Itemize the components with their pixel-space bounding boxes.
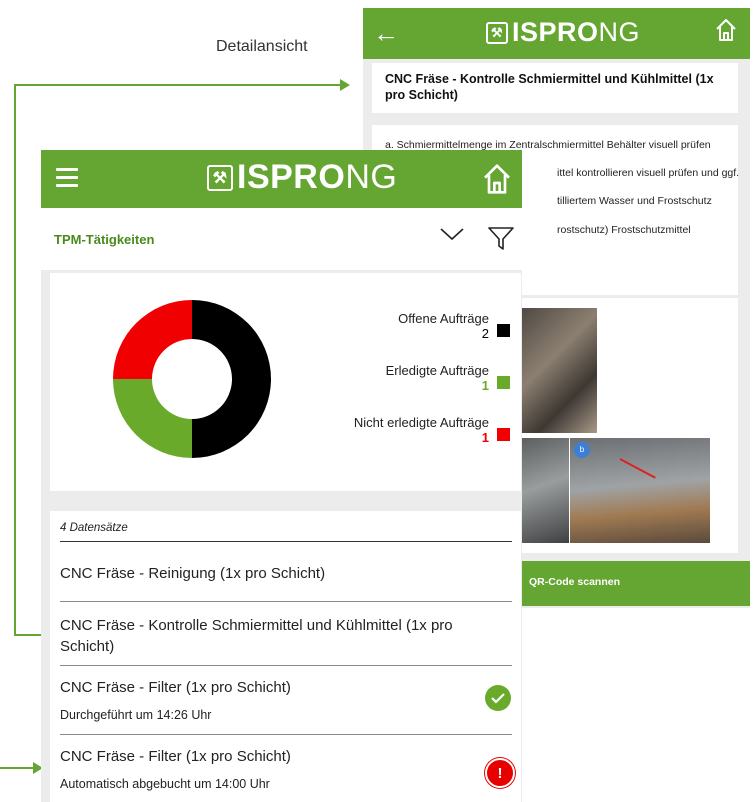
divider bbox=[60, 541, 512, 542]
detail-title: CNC Fräse - Kontrolle Schmiermittel und … bbox=[385, 72, 714, 102]
legend-value: 1 bbox=[481, 430, 489, 445]
home-icon[interactable] bbox=[482, 163, 512, 195]
list-item-title[interactable]: CNC Fräse - Filter (1x pro Schicht) bbox=[60, 677, 480, 698]
legend-item: Erledigte Aufträge 1 bbox=[386, 363, 510, 393]
list-item-title[interactable]: CNC Fräse - Reinigung (1x pro Schicht) bbox=[60, 563, 480, 584]
category-title: TPM-Tätigkeiten bbox=[54, 232, 155, 247]
legend-item: Offene Aufträge 2 bbox=[398, 311, 510, 341]
machine-photo[interactable] bbox=[522, 438, 569, 543]
connector-line bbox=[14, 84, 344, 86]
list-item-subtitle: Durchgeführt um 14:26 Uhr bbox=[60, 708, 212, 722]
donut-chart bbox=[113, 300, 271, 458]
list-item-subtitle: Automatisch abgebucht um 14:00 Uhr bbox=[60, 777, 270, 791]
arrow-left-icon[interactable]: ← bbox=[373, 18, 399, 48]
list-header: ⚒ ISPRO NG bbox=[41, 150, 522, 208]
divider bbox=[60, 734, 512, 735]
logo-text: ISPRO bbox=[512, 17, 599, 47]
divider bbox=[60, 665, 512, 666]
connector-arrowhead bbox=[340, 79, 350, 91]
logo-text: ISPRO bbox=[237, 158, 346, 196]
legend-text: Nicht erledigte Aufträge 1 bbox=[354, 415, 489, 445]
qr-scan-label: QR-Code scannen bbox=[529, 576, 621, 588]
legend-swatch bbox=[497, 375, 510, 389]
filter-icon[interactable] bbox=[487, 224, 515, 257]
red-arrow-marker bbox=[619, 458, 656, 479]
connector-line bbox=[14, 634, 44, 636]
list-item-title[interactable]: CNC Fräse - Kontrolle Schmiermittel und … bbox=[60, 615, 480, 657]
record-count: 4 Datensätze bbox=[60, 522, 128, 534]
legend-value: 2 bbox=[481, 326, 489, 341]
ispro-logo: ⚒ ISPRO NG bbox=[207, 158, 397, 197]
donut-slice-offene-aufträge bbox=[192, 300, 271, 458]
machine-photo[interactable] bbox=[522, 308, 597, 433]
logo-suffix: NG bbox=[345, 158, 398, 196]
legend-label: Erledigte Aufträge bbox=[385, 363, 489, 378]
tools-icon: ⚒ bbox=[207, 164, 233, 191]
legend-swatch bbox=[497, 323, 510, 337]
detail-header: ← ⚒ ISPRO NG bbox=[363, 8, 750, 59]
legend-swatch bbox=[497, 427, 510, 441]
list-item-title[interactable]: CNC Fräse - Filter (1x pro Schicht) bbox=[60, 746, 480, 767]
list-screen: ⚒ ISPRO NG TPM-Tätigkeiten Offene Aufträg… bbox=[41, 150, 522, 802]
connector-line bbox=[0, 767, 34, 769]
home-icon[interactable] bbox=[715, 18, 737, 42]
step-text: rostschutz) Frostschutzmittel bbox=[557, 224, 691, 236]
chevron-down-icon[interactable] bbox=[439, 226, 465, 247]
divider bbox=[60, 601, 512, 602]
connector-line bbox=[14, 84, 16, 636]
step-text: ittel kontrollieren visuell prüfen und g… bbox=[557, 167, 740, 179]
legend-item: Nicht erledigte Aufträge 1 bbox=[354, 415, 510, 445]
hamburger-menu-icon[interactable] bbox=[56, 168, 78, 192]
detail-view-caption: Detailansicht bbox=[216, 38, 308, 55]
tools-icon: ⚒ bbox=[486, 21, 508, 44]
machine-photo[interactable]: b bbox=[570, 438, 710, 543]
filter-bar: TPM-Tätigkeiten bbox=[41, 208, 522, 270]
legend-label: Nicht erledigte Aufträge bbox=[353, 415, 489, 430]
error-icon: ! bbox=[485, 758, 515, 788]
chart-legend: Offene Aufträge 2 Erledigte Aufträge 1 Nicht… bbox=[310, 311, 510, 471]
ispro-logo: ⚒ ISPRO NG bbox=[486, 17, 640, 48]
donut-slice-nicht-erledigte-aufträge bbox=[113, 300, 192, 379]
detail-title-card: CNC Fräse - Kontrolle Schmiermittel und … bbox=[372, 63, 738, 113]
step-text: tilliertem Wasser und Frostschutz bbox=[557, 195, 712, 207]
legend-text: Erledigte Aufträge 1 bbox=[386, 363, 489, 393]
legend-value: 1 bbox=[481, 378, 489, 393]
donut-slice-erledigte-aufträge bbox=[113, 379, 192, 458]
photo-badge: b bbox=[574, 442, 590, 458]
check-icon bbox=[485, 685, 511, 711]
legend-label: Offene Aufträge bbox=[398, 311, 489, 326]
task-list: 4 Datensätze CNC Fräse - Reinigung (1x p… bbox=[50, 511, 521, 802]
logo-suffix: NG bbox=[598, 17, 641, 47]
legend-text: Offene Aufträge 2 bbox=[398, 311, 489, 341]
orders-chart-card: Offene Aufträge 2 Erledigte Aufträge 1 Nicht… bbox=[50, 273, 521, 491]
